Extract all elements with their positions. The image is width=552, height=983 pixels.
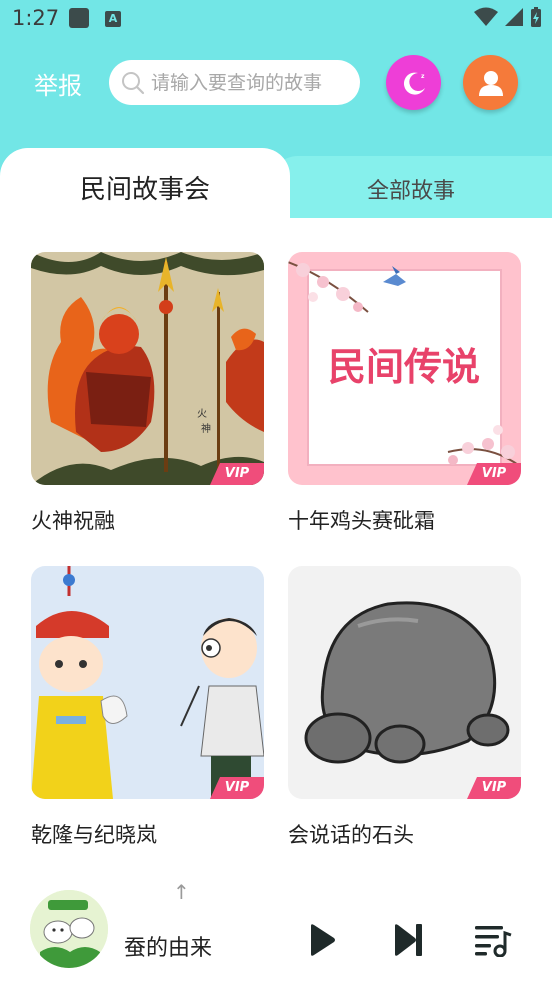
now-playing-title: 蚕的由来 xyxy=(124,936,213,961)
story-cover: VIP xyxy=(288,566,521,799)
fire-god-illustration: 火 神 xyxy=(31,252,264,485)
story-cover: VIP xyxy=(31,566,264,799)
play-icon[interactable] xyxy=(308,923,336,957)
story-card[interactable]: 火 神 VIP 火神祝融 xyxy=(31,252,264,535)
signal-icon xyxy=(505,8,523,26)
story-title: 十年鸡头赛砒霜 xyxy=(288,509,435,533)
app-notification-icon: A xyxy=(105,11,121,27)
story-card[interactable]: VIP 乾隆与纪晓岚 xyxy=(31,566,264,849)
tab-folk-stories[interactable]: 民间故事会 xyxy=(0,148,290,234)
next-icon[interactable] xyxy=(393,923,423,957)
svg-text:z: z xyxy=(421,73,425,80)
story-cover: 火 神 VIP xyxy=(31,252,264,485)
tab-all-stories[interactable]: 全部故事 xyxy=(270,156,552,218)
search-input[interactable] xyxy=(151,60,356,105)
notification-icon xyxy=(69,8,89,28)
night-mode-button[interactable]: z z xyxy=(386,55,441,110)
expand-player-icon[interactable]: ↑ xyxy=(173,880,190,904)
tab-folk-stories-label: 民间故事会 xyxy=(79,174,210,205)
story-cover: 民间传说 VIP xyxy=(288,252,521,485)
moon-icon: z z xyxy=(403,72,425,95)
story-title: 会说话的石头 xyxy=(288,823,414,847)
cover-title-text: 民间传说 xyxy=(328,345,480,389)
story-card[interactable]: VIP 会说话的石头 xyxy=(288,566,521,849)
status-indicators xyxy=(474,6,542,28)
story-title: 乾隆与纪晓岚 xyxy=(31,823,157,847)
svg-text:火: 火 xyxy=(197,408,207,420)
profile-button[interactable] xyxy=(463,55,518,110)
svg-text:神: 神 xyxy=(201,422,211,435)
playlist-icon[interactable] xyxy=(474,923,512,957)
emperor-and-scholar-illustration xyxy=(31,566,264,799)
search-bar[interactable] xyxy=(109,60,360,105)
report-button[interactable]: 举报 xyxy=(34,66,82,101)
wifi-icon xyxy=(474,7,498,26)
status-bar: 1:27 A xyxy=(0,0,552,40)
tab-all-stories-label: 全部故事 xyxy=(366,179,455,204)
silkworm-cover-art xyxy=(30,890,108,968)
mini-player[interactable]: ↑ 蚕的由来 xyxy=(0,868,552,983)
now-playing-cover[interactable] xyxy=(30,890,108,968)
folk-legend-cover: 民间传说 xyxy=(288,252,521,485)
story-card[interactable]: 民间传说 VIP 十年鸡头赛砒霜 xyxy=(288,252,521,535)
battery-icon xyxy=(531,7,541,27)
story-title: 火神祝融 xyxy=(31,509,115,533)
status-time: 1:27 xyxy=(12,6,60,30)
user-icon xyxy=(478,70,503,96)
talking-stone-illustration xyxy=(288,566,521,799)
search-icon xyxy=(122,72,145,95)
